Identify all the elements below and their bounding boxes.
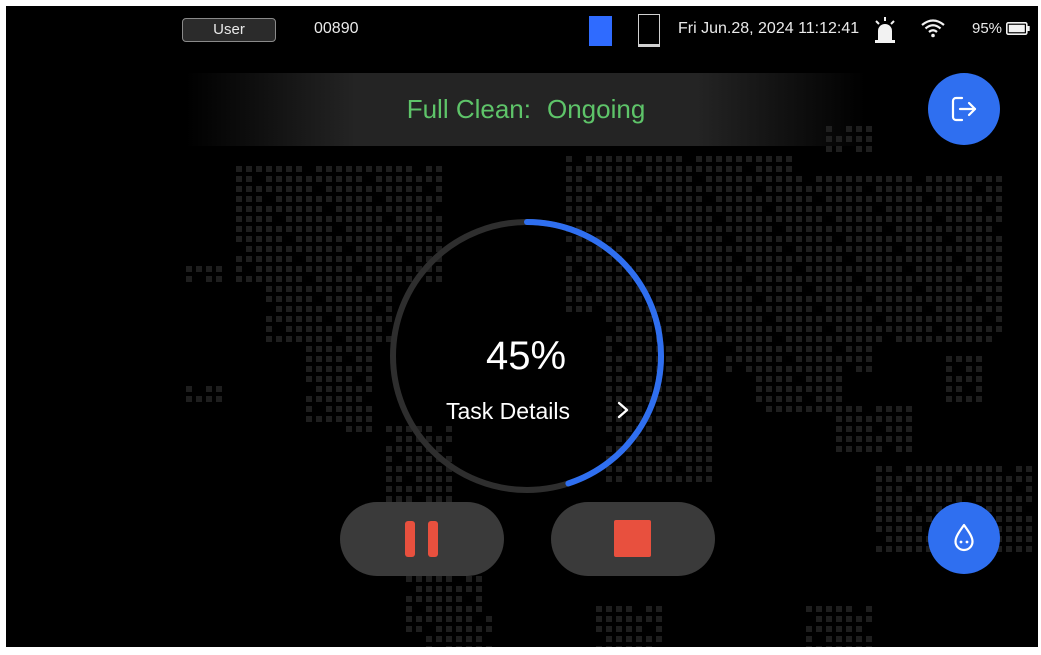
- status-banner: Full Clean: Ongoing: [186, 73, 866, 146]
- stop-icon: [614, 520, 651, 557]
- app-screen: User 00890 Fri Jun.28, 2024 11:12:41 95%…: [6, 6, 1038, 647]
- wifi-icon: [921, 19, 945, 38]
- pause-bar-right: [428, 521, 438, 557]
- water-drop-icon: [954, 523, 974, 552]
- clean-status-label: Ongoing: [546, 94, 646, 124]
- blue-square-indicator: [589, 16, 612, 46]
- status-banner-text: Full Clean: Ongoing: [186, 73, 866, 146]
- user-button[interactable]: User: [182, 18, 276, 42]
- clean-mode-label: Full Clean:: [406, 94, 531, 124]
- outline-square-indicator: [638, 14, 660, 47]
- status-bar: User 00890 Fri Jun.28, 2024 11:12:41 95%: [6, 6, 1038, 58]
- device-id: 00890: [314, 20, 359, 37]
- stop-button[interactable]: [551, 502, 715, 576]
- progress-percent: 45%: [485, 334, 567, 378]
- datetime: Fri Jun.28, 2024 11:12:41: [678, 20, 860, 37]
- alarm-light-icon: [875, 17, 895, 43]
- task-details-link[interactable]: Task Details: [446, 396, 646, 426]
- exit-icon: [951, 96, 977, 122]
- pause-button[interactable]: [340, 502, 504, 576]
- exit-button[interactable]: [928, 73, 1000, 145]
- pause-bar-left: [405, 521, 415, 557]
- chevron-right-icon: [617, 401, 629, 419]
- battery-icon: [1006, 22, 1030, 35]
- water-button[interactable]: [928, 502, 1000, 574]
- battery-percent: 95%: [972, 20, 1003, 37]
- task-details-label: Task Details: [446, 398, 570, 424]
